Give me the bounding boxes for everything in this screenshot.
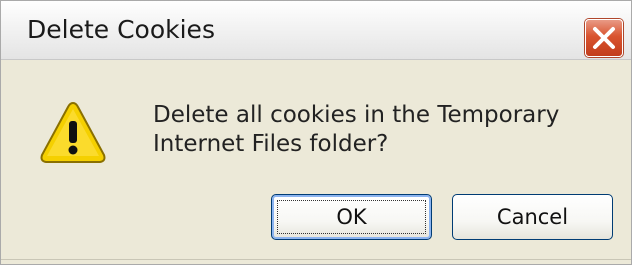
message-line-1: Delete all cookies in the Temporary bbox=[153, 102, 560, 128]
dialog-bottom-edge bbox=[1, 259, 631, 260]
close-icon bbox=[593, 27, 615, 49]
ok-button[interactable]: OK bbox=[271, 194, 432, 240]
cancel-button-label: Cancel bbox=[496, 205, 569, 229]
message-line-2: Internet Files folder? bbox=[153, 131, 389, 157]
warning-icon bbox=[37, 97, 109, 169]
close-button[interactable] bbox=[585, 19, 623, 57]
cancel-button[interactable]: Cancel bbox=[452, 194, 613, 240]
dialog-message: Delete all cookies in the Temporary Inte… bbox=[153, 101, 593, 159]
delete-cookies-dialog: Delete Cookies Delete all cookies in the… bbox=[0, 0, 632, 265]
dialog-title: Delete Cookies bbox=[27, 15, 215, 44]
ok-button-label: OK bbox=[336, 205, 367, 229]
title-bar[interactable]: Delete Cookies bbox=[1, 1, 631, 60]
